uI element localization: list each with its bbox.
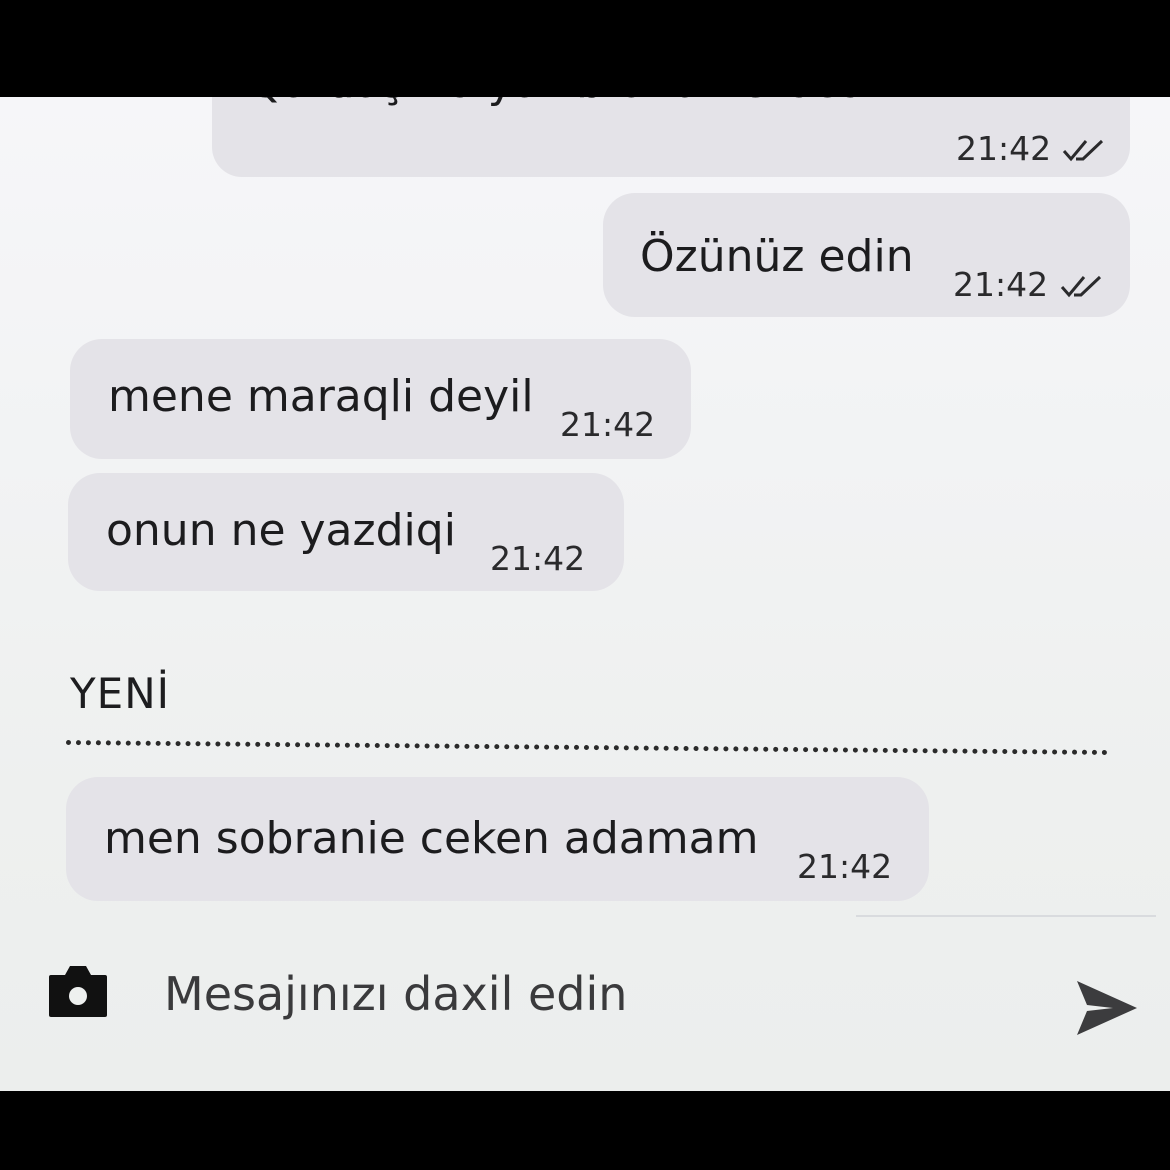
message-composer: Mesajınızı daxil edin: [0, 927, 1170, 1091]
message-incoming[interactable]: onun ne yazdiqi 21:42: [68, 473, 624, 591]
message-text: men sobranie ceken adamam: [104, 813, 759, 864]
message-time: 21:42: [560, 405, 656, 444]
message-text: mene maraqli deyil: [108, 371, 534, 422]
message-time: 21:42: [797, 847, 893, 886]
composer-divider: [856, 915, 1156, 917]
new-messages-label: YENİ: [70, 669, 170, 718]
double-check-icon: [1060, 275, 1102, 298]
message-incoming[interactable]: mene maraqli deyil 21:42: [70, 339, 691, 459]
message-text: Qardaş nə yazıb onu verəcəm: [248, 97, 907, 108]
message-input[interactable]: Mesajınızı daxil edin: [164, 967, 627, 1021]
bottom-black-bar: [0, 1091, 1170, 1170]
message-outgoing[interactable]: Özünüz edin: [603, 193, 1130, 317]
camera-icon[interactable]: [47, 961, 109, 1019]
message-incoming[interactable]: men sobranie ceken adamam 21:42: [66, 777, 929, 901]
message-time: 21:42: [956, 129, 1052, 168]
double-check-icon: [1062, 139, 1104, 162]
new-messages-divider: [65, 740, 1108, 756]
chat-view[interactable]: Qardaş nə yazıb onu verəcəm 21:42 Özünüz…: [0, 97, 1170, 1091]
message-text: Özünüz edin: [640, 231, 914, 282]
message-time: 21:42: [953, 265, 1049, 304]
send-icon[interactable]: [1073, 977, 1139, 1039]
message-text: onun ne yazdiqi: [106, 505, 456, 556]
message-time: 21:42: [490, 539, 586, 578]
top-black-bar: [0, 0, 1170, 97]
